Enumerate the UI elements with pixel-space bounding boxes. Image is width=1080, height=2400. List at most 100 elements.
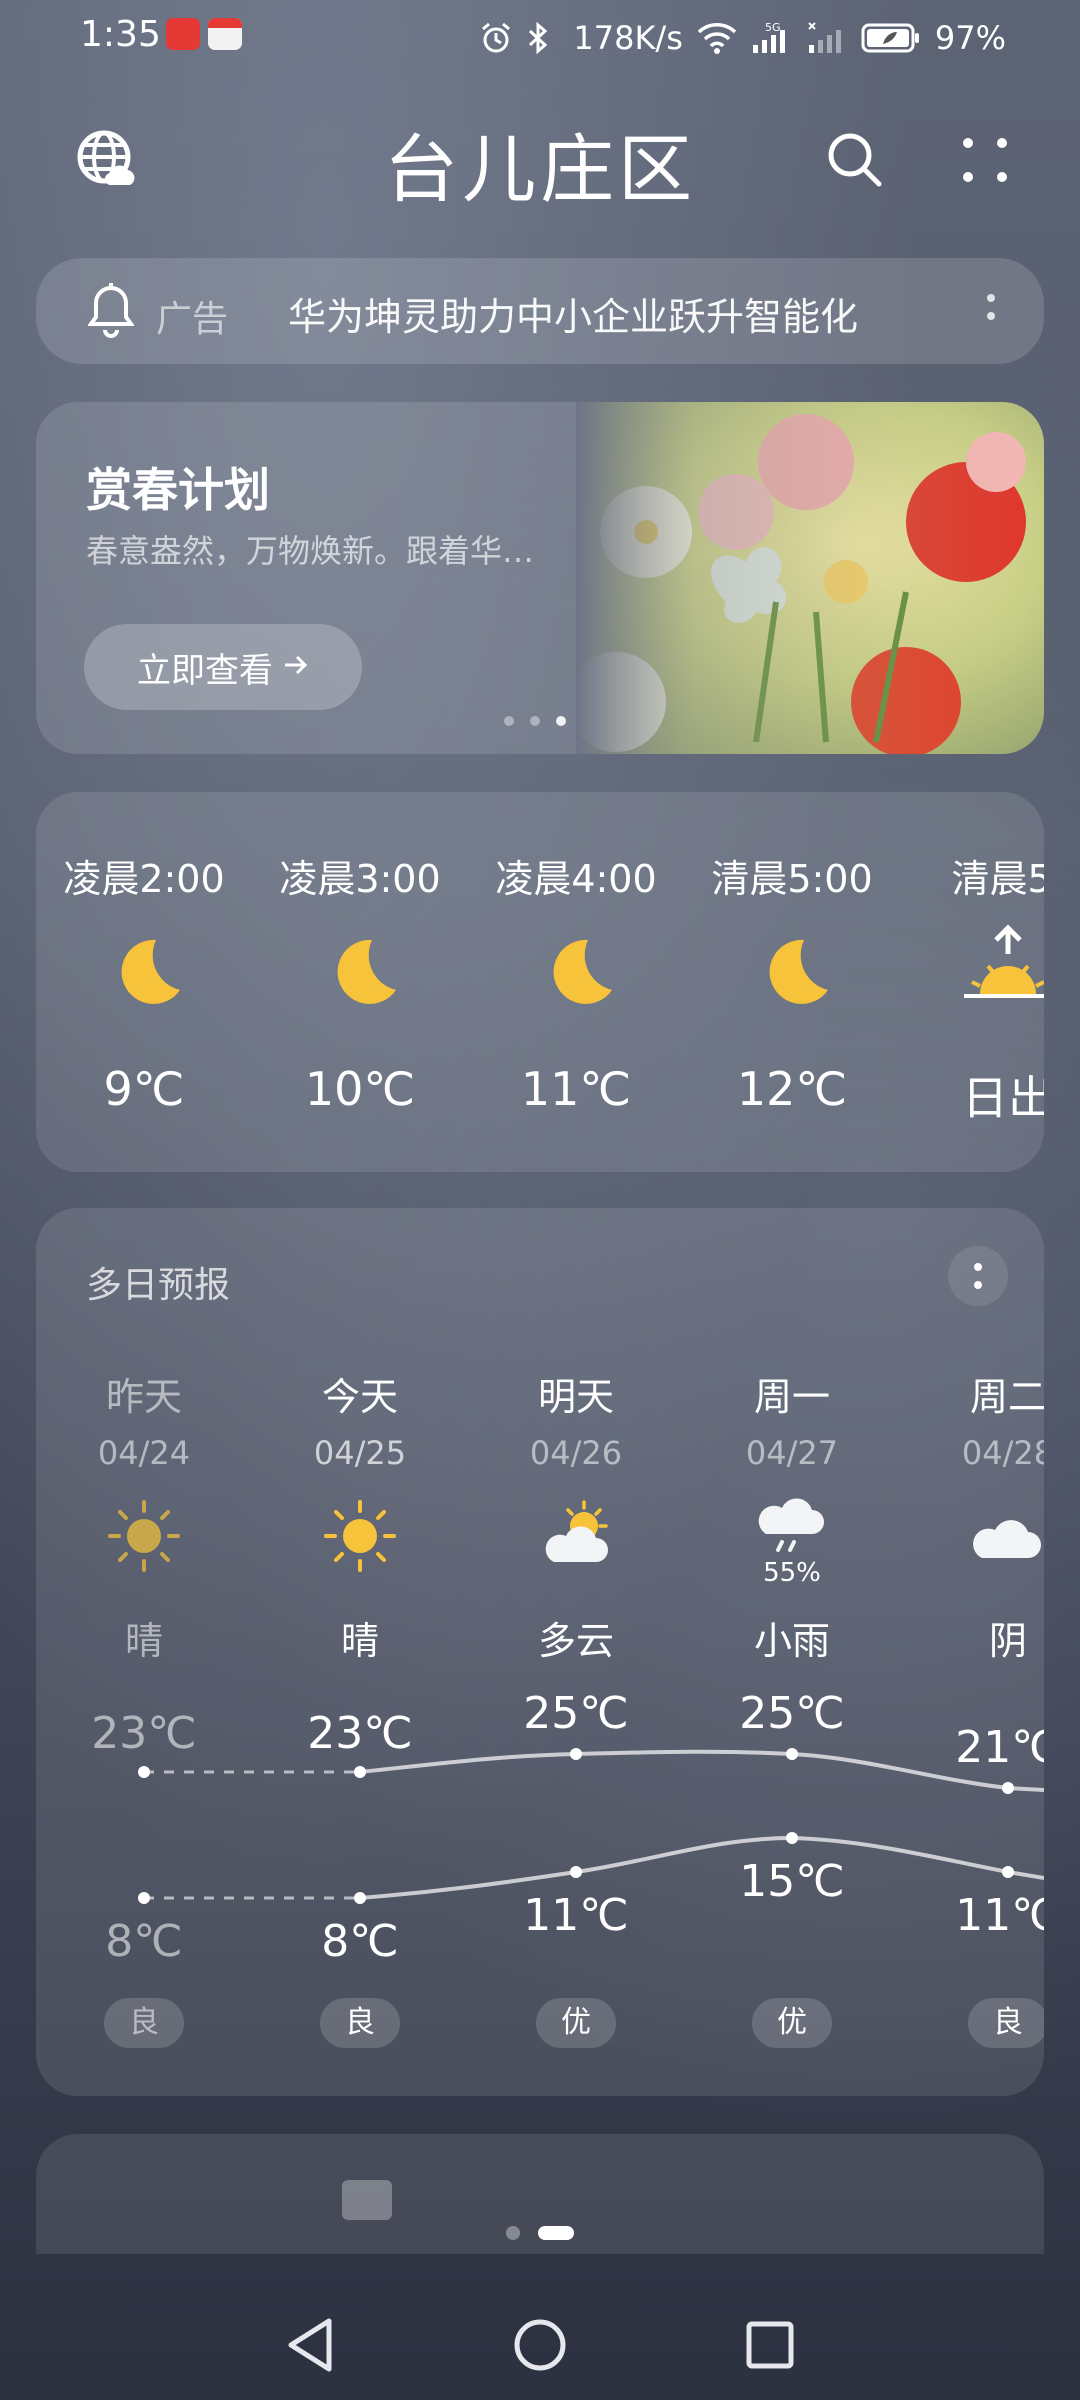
day-item-tomorrow[interactable]: 明天 04/26 多云 25℃ 11℃ 优 [468, 1208, 684, 2096]
hour-time: 清晨5:00 [711, 857, 873, 901]
hour-temp: 10℃ [304, 1062, 416, 1116]
moon-icon [121, 939, 180, 1004]
hour-item: 凌晨4:00 11℃ [468, 792, 684, 1172]
search-icon[interactable] [810, 115, 900, 205]
promo-subtitle: 春意盎然，万物焕新。跟着华… [86, 532, 535, 570]
aqi-badge: 良 [968, 1998, 1044, 2048]
status-time: 1:35 [80, 14, 161, 55]
day-name: 周一 [753, 1375, 830, 1419]
ad-notice-banner[interactable]: 广告 华为坤灵助力中小企业跃升智能化 [36, 258, 1044, 364]
day-name: 周二 [969, 1375, 1044, 1419]
day-condition: 多云 [537, 1619, 614, 1663]
hour-temp: 11℃ [520, 1062, 632, 1116]
signal-5g-icon: 5G [751, 21, 793, 55]
cloudy-icon [973, 1520, 1041, 1558]
arrow-right-icon [283, 647, 309, 687]
aqi-badge: 良 [104, 1998, 184, 2048]
day-name: 明天 [537, 1375, 614, 1419]
day-date: 04/27 [745, 1434, 839, 1472]
city-title[interactable]: 台儿庄区 [0, 110, 1080, 217]
hour-time: 凌晨2:00 [63, 857, 225, 901]
sun-icon [108, 1500, 180, 1572]
hourly-forecast-card[interactable]: 凌晨2:00 9℃ 凌晨3:00 10℃ 凌晨4:00 11℃ 清晨5:00 1… [36, 792, 1044, 1172]
multi-day-forecast-card[interactable]: 多日预报 昨天 04/24 晴 23℃ 8℃ 良 今天 04/25 晴 23℃ … [36, 1208, 1044, 2096]
day-low-temp: 11℃ [523, 1890, 629, 1941]
carousel-dot [530, 716, 540, 726]
notice-text[interactable]: 华为坤灵助力中小企业跃升智能化 [288, 286, 858, 341]
day-low-temp: 8℃ [105, 1916, 183, 1967]
day-high-temp: 25℃ [523, 1688, 629, 1739]
hour-time: 清晨5: [951, 857, 1045, 901]
hour-item: 清晨5:00 12℃ [684, 792, 900, 1172]
calendar-app-icon [208, 18, 242, 50]
day-low-temp: 11℃ [955, 1890, 1044, 1941]
aqi-badge: 良 [320, 1998, 400, 2048]
day-date: 04/25 [313, 1434, 407, 1472]
hour-temp: 日出 [962, 1071, 1044, 1125]
battery-icon [861, 22, 921, 54]
status-bar: 1:35 178K/s 5G 97% [0, 0, 1080, 75]
day-date: 04/24 [97, 1434, 191, 1472]
more-vertical-icon[interactable] [976, 282, 1006, 346]
svg-text:5G: 5G [765, 21, 781, 34]
day-low-temp: 8℃ [321, 1916, 399, 1967]
day-name: 今天 [321, 1375, 398, 1419]
bluetooth-icon [527, 21, 549, 55]
day-high-temp: 23℃ [91, 1708, 197, 1759]
carousel-dot-active [556, 716, 566, 726]
alarm-icon [479, 21, 513, 55]
page-indicator [0, 2226, 1080, 2240]
view-now-label: 立即查看 [137, 650, 273, 691]
promo-card[interactable]: 赏春计划 春意盎然，万物焕新。跟着华… 立即查看 [36, 402, 1044, 754]
card-icon [342, 2180, 392, 2220]
light-rain-icon [758, 1498, 824, 1552]
sun-icon [324, 1500, 396, 1572]
flower-illustration [576, 402, 1044, 754]
day-high-temp: 25℃ [739, 1688, 845, 1739]
wifi-icon [697, 22, 737, 54]
battery-percent: 97% [934, 19, 1006, 57]
precip-prob: 55% [763, 1558, 821, 1588]
day-condition: 晴 [340, 1619, 379, 1663]
carousel-dot [504, 716, 514, 726]
huawei-app-icon [166, 18, 200, 50]
hour-item-sunrise: 清晨5: 日出 [900, 792, 1044, 1172]
ad-tag: 广告 [156, 299, 229, 340]
back-triangle-icon[interactable] [195, 2295, 425, 2395]
network-speed: 178K/s [573, 19, 683, 57]
home-circle-icon[interactable] [425, 2295, 655, 2395]
aqi-badge: 优 [536, 1998, 616, 2048]
moon-icon [553, 939, 612, 1004]
aqi-badge: 优 [752, 1998, 832, 2048]
day-high-temp: 23℃ [307, 1708, 413, 1759]
moon-icon [337, 939, 396, 1004]
day-low-temp: 15℃ [739, 1856, 845, 1907]
promo-carousel-dots [504, 716, 566, 726]
page-dot [506, 2226, 520, 2240]
hour-time: 凌晨3:00 [279, 857, 441, 901]
day-date: 04/28 [961, 1434, 1044, 1472]
hour-time: 凌晨4:00 [495, 857, 657, 901]
day-item-yesterday[interactable]: 昨天 04/24 晴 23℃ 8℃ 良 [36, 1208, 252, 2096]
day-item-tuesday[interactable]: 周二 04/28 阴 21℃ 11℃ 良 [900, 1208, 1044, 2096]
hour-item: 凌晨3:00 10℃ [252, 792, 468, 1172]
view-now-button[interactable]: 立即查看 [84, 624, 362, 710]
moon-icon [769, 939, 828, 1004]
bell-icon [87, 282, 135, 342]
promo-title: 赏春计划 [86, 463, 270, 517]
partly-cloudy-icon [545, 1500, 608, 1562]
page-dot-active [538, 2226, 574, 2240]
four-dots-icon[interactable] [940, 115, 1030, 205]
hour-item: 凌晨2:00 9℃ [36, 792, 252, 1172]
day-name: 昨天 [105, 1375, 182, 1419]
day-date: 04/26 [529, 1434, 623, 1472]
recents-square-icon[interactable] [655, 2295, 885, 2395]
status-indicators: 178K/s 5G 97% [479, 14, 1080, 62]
day-condition: 阴 [988, 1619, 1027, 1663]
day-condition: 小雨 [753, 1619, 830, 1663]
header: 台儿庄区 [0, 100, 1080, 220]
day-item-monday[interactable]: 周一 04/27 55% 小雨 25℃ 15℃ 优 [684, 1208, 900, 2096]
system-navigation-bar [0, 2290, 1080, 2400]
day-item-today[interactable]: 今天 04/25 晴 23℃ 8℃ 良 [252, 1208, 468, 2096]
sunrise-icon [964, 924, 1044, 998]
